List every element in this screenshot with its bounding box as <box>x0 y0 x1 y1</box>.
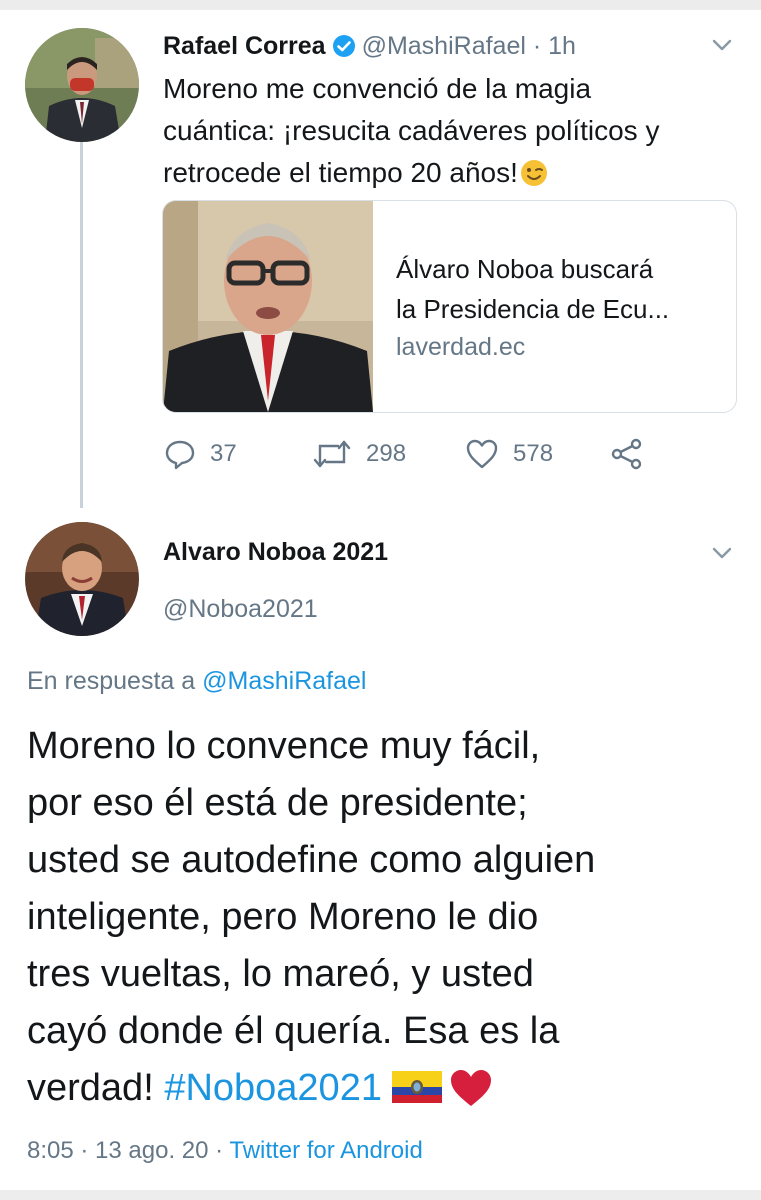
tweet-header: Rafael Correa @MashiRafael · 1h <box>163 28 576 64</box>
separator-dot: · <box>73 1137 96 1164</box>
link-preview-card[interactable]: Álvaro Noboa buscará la Presidencia de E… <box>162 200 737 413</box>
reply-to-handle-link[interactable]: @MashiRafael <box>202 667 366 695</box>
reply-action[interactable]: 37 <box>164 434 237 474</box>
red-heart-emoji-icon <box>450 1070 491 1106</box>
top-divider <box>0 0 761 10</box>
thread-connector-line <box>80 142 83 508</box>
reply-count: 37 <box>210 440 237 467</box>
tweet-date: 13 ago. 20 <box>95 1137 209 1164</box>
author-name[interactable]: Alvaro Noboa 2021 <box>163 538 388 567</box>
tweet-text-line: verdad! #Noboa2021 <box>27 1060 747 1117</box>
tweet-text: Moreno lo convence muy fácil, por eso él… <box>27 718 747 1117</box>
tweet-text-line: Moreno me convenció de la magia <box>163 73 592 104</box>
author-name[interactable]: Rafael Correa <box>163 32 326 61</box>
like-action[interactable]: 578 <box>465 434 553 474</box>
bottom-divider <box>0 1190 761 1200</box>
link-preview-domain: laverdad.ec <box>396 333 526 361</box>
tweet-time: 8:05 <box>27 1137 74 1164</box>
tweet-text-line: cayó donde él quería. Esa es la <box>27 1010 560 1052</box>
tweet-meta: 8:05 · 13 ago. 20 · Twitter for Android <box>27 1137 423 1165</box>
author-handle[interactable]: @Noboa2021 <box>163 595 318 624</box>
reply-context-prefix: En respuesta a <box>27 667 203 695</box>
share-icon <box>611 438 642 470</box>
link-preview-title: Álvaro Noboa buscará la Presidencia de E… <box>396 249 726 329</box>
share-action[interactable] <box>610 434 658 474</box>
tweet-text-line: usted se autodefine como alguien <box>27 839 596 881</box>
tweet-text-line: inteligente, pero Moreno le dio <box>27 896 539 938</box>
tweet-text-line: Moreno lo convence muy fácil, <box>27 725 541 767</box>
chevron-down-icon[interactable] <box>712 38 732 52</box>
verified-badge-icon <box>332 35 355 57</box>
separator-dot: · <box>525 31 549 60</box>
tweet-source-link[interactable]: Twitter for Android <box>229 1137 422 1164</box>
tweet-text-line: cuántica: ¡resucita cadáveres políticos … <box>163 115 660 146</box>
avatar[interactable] <box>25 522 139 636</box>
hashtag-link[interactable]: #Noboa2021 <box>164 1067 382 1109</box>
tweet-text-segment: verdad! <box>27 1067 165 1109</box>
separator-dot: · <box>208 1137 230 1164</box>
retweet-icon <box>313 440 351 468</box>
tweet-text-segment: retrocede el tiempo 20 años! <box>163 157 518 188</box>
link-preview-title-line: Álvaro Noboa buscará <box>396 254 654 284</box>
link-preview-image <box>163 201 373 412</box>
heart-outline-icon <box>466 439 498 469</box>
chevron-down-icon[interactable] <box>712 546 732 560</box>
tweet-text: Moreno me convenció de la magia cuántica… <box>163 68 738 194</box>
reply-icon <box>165 440 195 470</box>
winking-face-emoji-icon <box>520 160 547 186</box>
author-handle[interactable]: @MashiRafael <box>362 32 526 61</box>
tweet-text-line: retrocede el tiempo 20 años! <box>163 152 738 194</box>
tweet-text-line: por eso él está de presidente; <box>27 782 528 824</box>
link-preview-title-line: la Presidencia de Ecu... <box>396 294 670 324</box>
retweet-action[interactable]: 298 <box>312 434 406 474</box>
like-count: 578 <box>513 440 554 467</box>
avatar[interactable] <box>25 28 139 142</box>
tweet-text-line: tres vueltas, lo mareó, y usted <box>27 953 534 995</box>
reply-context: En respuesta a @MashiRafael <box>27 667 366 696</box>
ecuador-flag-icon <box>391 1071 442 1103</box>
retweet-count: 298 <box>366 440 407 467</box>
tweet-timestamp[interactable]: 1h <box>548 32 576 61</box>
